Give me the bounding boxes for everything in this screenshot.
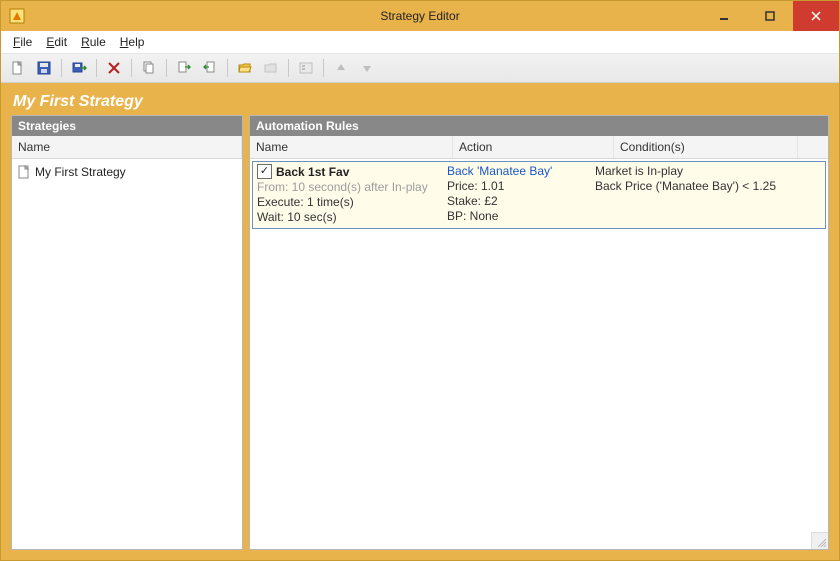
- rule-stake: Stake: £2: [447, 194, 595, 208]
- folder-icon[interactable]: [260, 57, 282, 79]
- save-icon[interactable]: [33, 57, 55, 79]
- menu-help[interactable]: Help: [114, 33, 151, 51]
- panels: Strategies Name My First Strategy Automa…: [11, 115, 829, 550]
- rules-col-name[interactable]: Name: [250, 136, 453, 158]
- properties-icon[interactable]: [295, 57, 317, 79]
- rule-bp: BP: None: [447, 209, 595, 223]
- import-icon[interactable]: [199, 57, 221, 79]
- menu-file[interactable]: File: [7, 33, 38, 51]
- toolbar-separator: [227, 59, 228, 77]
- strategy-heading: My First Strategy: [11, 91, 829, 115]
- strategies-panel-title: Strategies: [12, 116, 242, 136]
- rule-name-col: ✓ Back 1st Fav From: 10 second(s) after …: [257, 164, 447, 224]
- resize-grip-icon[interactable]: [811, 532, 828, 549]
- toolbar-separator: [166, 59, 167, 77]
- rules-panel-title: Automation Rules: [250, 116, 828, 136]
- rules-columns: Name Action Condition(s): [250, 136, 828, 159]
- strategies-col-name[interactable]: Name: [12, 136, 242, 158]
- apply-icon[interactable]: [68, 57, 90, 79]
- rules-col-conditions[interactable]: Condition(s): [614, 136, 798, 158]
- rule-name: Back 1st Fav: [276, 165, 349, 179]
- rule-condition: Back Price ('Manatee Bay') < 1.25: [595, 179, 821, 193]
- rule-action-col: Back 'Manatee Bay' Price: 1.01 Stake: £2…: [447, 164, 595, 224]
- delete-icon[interactable]: [103, 57, 125, 79]
- strategy-item-label: My First Strategy: [35, 165, 126, 179]
- move-down-icon[interactable]: [356, 57, 378, 79]
- copy-icon[interactable]: [138, 57, 160, 79]
- menu-bar: File Edit Rule Help: [1, 31, 839, 54]
- minimize-button[interactable]: [701, 1, 747, 31]
- toolbar-separator: [323, 59, 324, 77]
- rule-execute: Execute: 1 time(s): [257, 195, 447, 209]
- toolbar-separator: [61, 59, 62, 77]
- export-icon[interactable]: [173, 57, 195, 79]
- new-icon[interactable]: [7, 57, 29, 79]
- rule-cond-col: Market is In-play Back Price ('Manatee B…: [595, 164, 821, 224]
- toolbar-separator: [288, 59, 289, 77]
- menu-rule[interactable]: Rule: [75, 33, 112, 51]
- rules-list: ✓ Back 1st Fav From: 10 second(s) after …: [250, 159, 828, 549]
- toolbar-separator: [131, 59, 132, 77]
- rules-col-action[interactable]: Action: [453, 136, 614, 158]
- rule-enabled-checkbox[interactable]: ✓: [257, 164, 272, 179]
- rule-action-main: Back 'Manatee Bay': [447, 164, 595, 178]
- strategy-item[interactable]: My First Strategy: [18, 163, 236, 181]
- rule-row[interactable]: ✓ Back 1st Fav From: 10 second(s) after …: [252, 161, 826, 229]
- rule-condition: Market is In-play: [595, 164, 821, 178]
- strategies-panel: Strategies Name My First Strategy: [11, 115, 243, 550]
- folder-open-icon[interactable]: [234, 57, 256, 79]
- window: Strategy Editor File Edit Rule Help: [0, 0, 840, 561]
- rules-panel: Automation Rules Name Action Condition(s…: [249, 115, 829, 550]
- strategies-list: My First Strategy: [12, 159, 242, 549]
- toolbar-separator: [96, 59, 97, 77]
- window-buttons: [701, 1, 839, 31]
- content-area: My First Strategy Strategies Name My Fir…: [1, 83, 839, 560]
- toolbar: [1, 54, 839, 83]
- app-icon: [9, 8, 25, 24]
- close-button[interactable]: [793, 1, 839, 31]
- rule-from: From: 10 second(s) after In-play: [257, 180, 447, 194]
- document-icon: [18, 165, 31, 179]
- menu-edit[interactable]: Edit: [40, 33, 73, 51]
- rule-wait: Wait: 10 sec(s): [257, 210, 447, 224]
- title-bar: Strategy Editor: [1, 1, 839, 31]
- move-up-icon[interactable]: [330, 57, 352, 79]
- maximize-button[interactable]: [747, 1, 793, 31]
- rules-col-extra: [798, 136, 828, 158]
- strategies-columns: Name: [12, 136, 242, 159]
- rule-price: Price: 1.01: [447, 179, 595, 193]
